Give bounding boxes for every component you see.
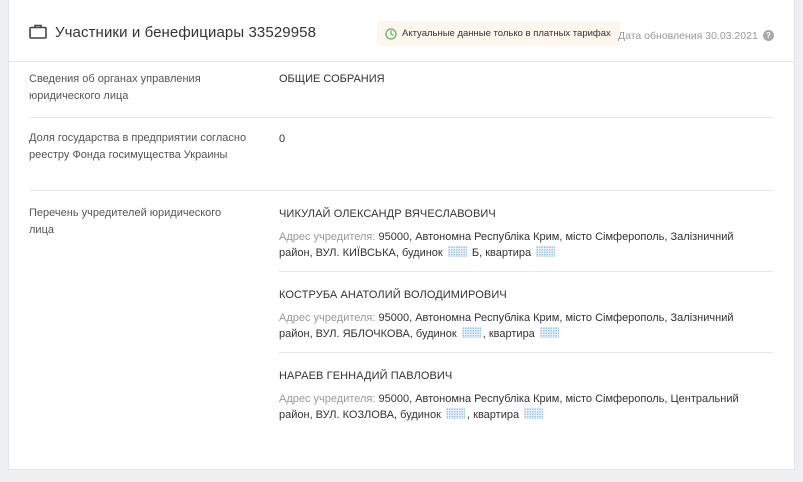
paid-plan-badge-text: Актуальные данные только в платных тариф…: [402, 28, 611, 39]
masked-apartment-number: [524, 408, 544, 419]
founder-name: ЧИКУЛАЙ ОЛЕКСАНДР ВЯЧЕСЛАВОВИЧ: [279, 208, 496, 220]
apartment-label: квартира: [473, 409, 520, 421]
address-label: Адрес учредителя:: [279, 393, 376, 405]
beneficiaries-card: Участники и бенефициары 33529958 Актуаль…: [8, 0, 795, 470]
house-suffix: ,: [482, 328, 486, 340]
list-item: КОСТРУБА АНАТОЛИЙ ВОЛОДИМИРОВИЧ Адрес уч…: [279, 272, 773, 353]
row-state-share: Доля государства в предприятии согласно …: [29, 118, 773, 191]
row-label: Доля государства в предприятии согласно …: [29, 132, 247, 161]
list-item: ЧИКУЛАЙ ОЛЕКСАНДР ВЯЧЕСЛАВОВИЧ Адрес учр…: [279, 191, 773, 272]
apartment-label: квартира: [485, 247, 532, 259]
list-item: НАРАЕВ ГЕННАДИЙ ПАВЛОВИЧ Адрес учредител…: [279, 353, 773, 434]
address-label: Адрес учредителя:: [279, 231, 376, 243]
row-label: Сведения об органах управления юридическ…: [29, 73, 201, 102]
founder-name: НАРАЕВ ГЕННАДИЙ ПАВЛОВИЧ: [279, 370, 453, 382]
briefcase-icon: [29, 24, 47, 39]
founder-address: Адрес учредителя: 95000, Автономна Респу…: [279, 229, 759, 261]
address-label: Адрес учредителя:: [279, 312, 376, 324]
card-header: Участники и бенефициары 33529958 Актуаль…: [9, 0, 794, 62]
row-management-bodies: Сведения об органах управления юридическ…: [29, 62, 773, 118]
founder-address: Адрес учредителя: 95000, Автономна Респу…: [279, 310, 759, 342]
founder-name: КОСТРУБА АНАТОЛИЙ ВОЛОДИМИРОВИЧ: [279, 289, 507, 301]
founders-list: ЧИКУЛАЙ ОЛЕКСАНДР ВЯЧЕСЛАВОВИЧ Адрес учр…: [279, 191, 773, 434]
row-value: 0: [279, 133, 286, 145]
founder-address: Адрес учредителя: 95000, Автономна Респу…: [279, 391, 759, 423]
card-title: Участники и бенефициары 33529958: [55, 24, 317, 41]
masked-house-number: [446, 408, 465, 419]
help-icon[interactable]: ?: [763, 30, 774, 41]
row-value: ОБЩИЕ СОБРАНИЯ: [279, 73, 385, 85]
row-label-founders: Перечень учредителей юридического лица: [29, 207, 222, 236]
masked-apartment-number: [539, 327, 559, 338]
paid-plan-badge[interactable]: Актуальные данные только в платных тариф…: [377, 21, 620, 46]
apartment-label: квартира: [488, 328, 535, 340]
masked-house-number: [461, 327, 481, 338]
masked-house-number: [447, 246, 467, 257]
house-suffix: ,: [467, 409, 471, 421]
update-date: Дата обновления 30.03.2021: [618, 30, 758, 42]
clock-icon: [385, 27, 397, 40]
masked-apartment-number: [536, 246, 556, 257]
house-suffix: Б,: [471, 247, 483, 259]
